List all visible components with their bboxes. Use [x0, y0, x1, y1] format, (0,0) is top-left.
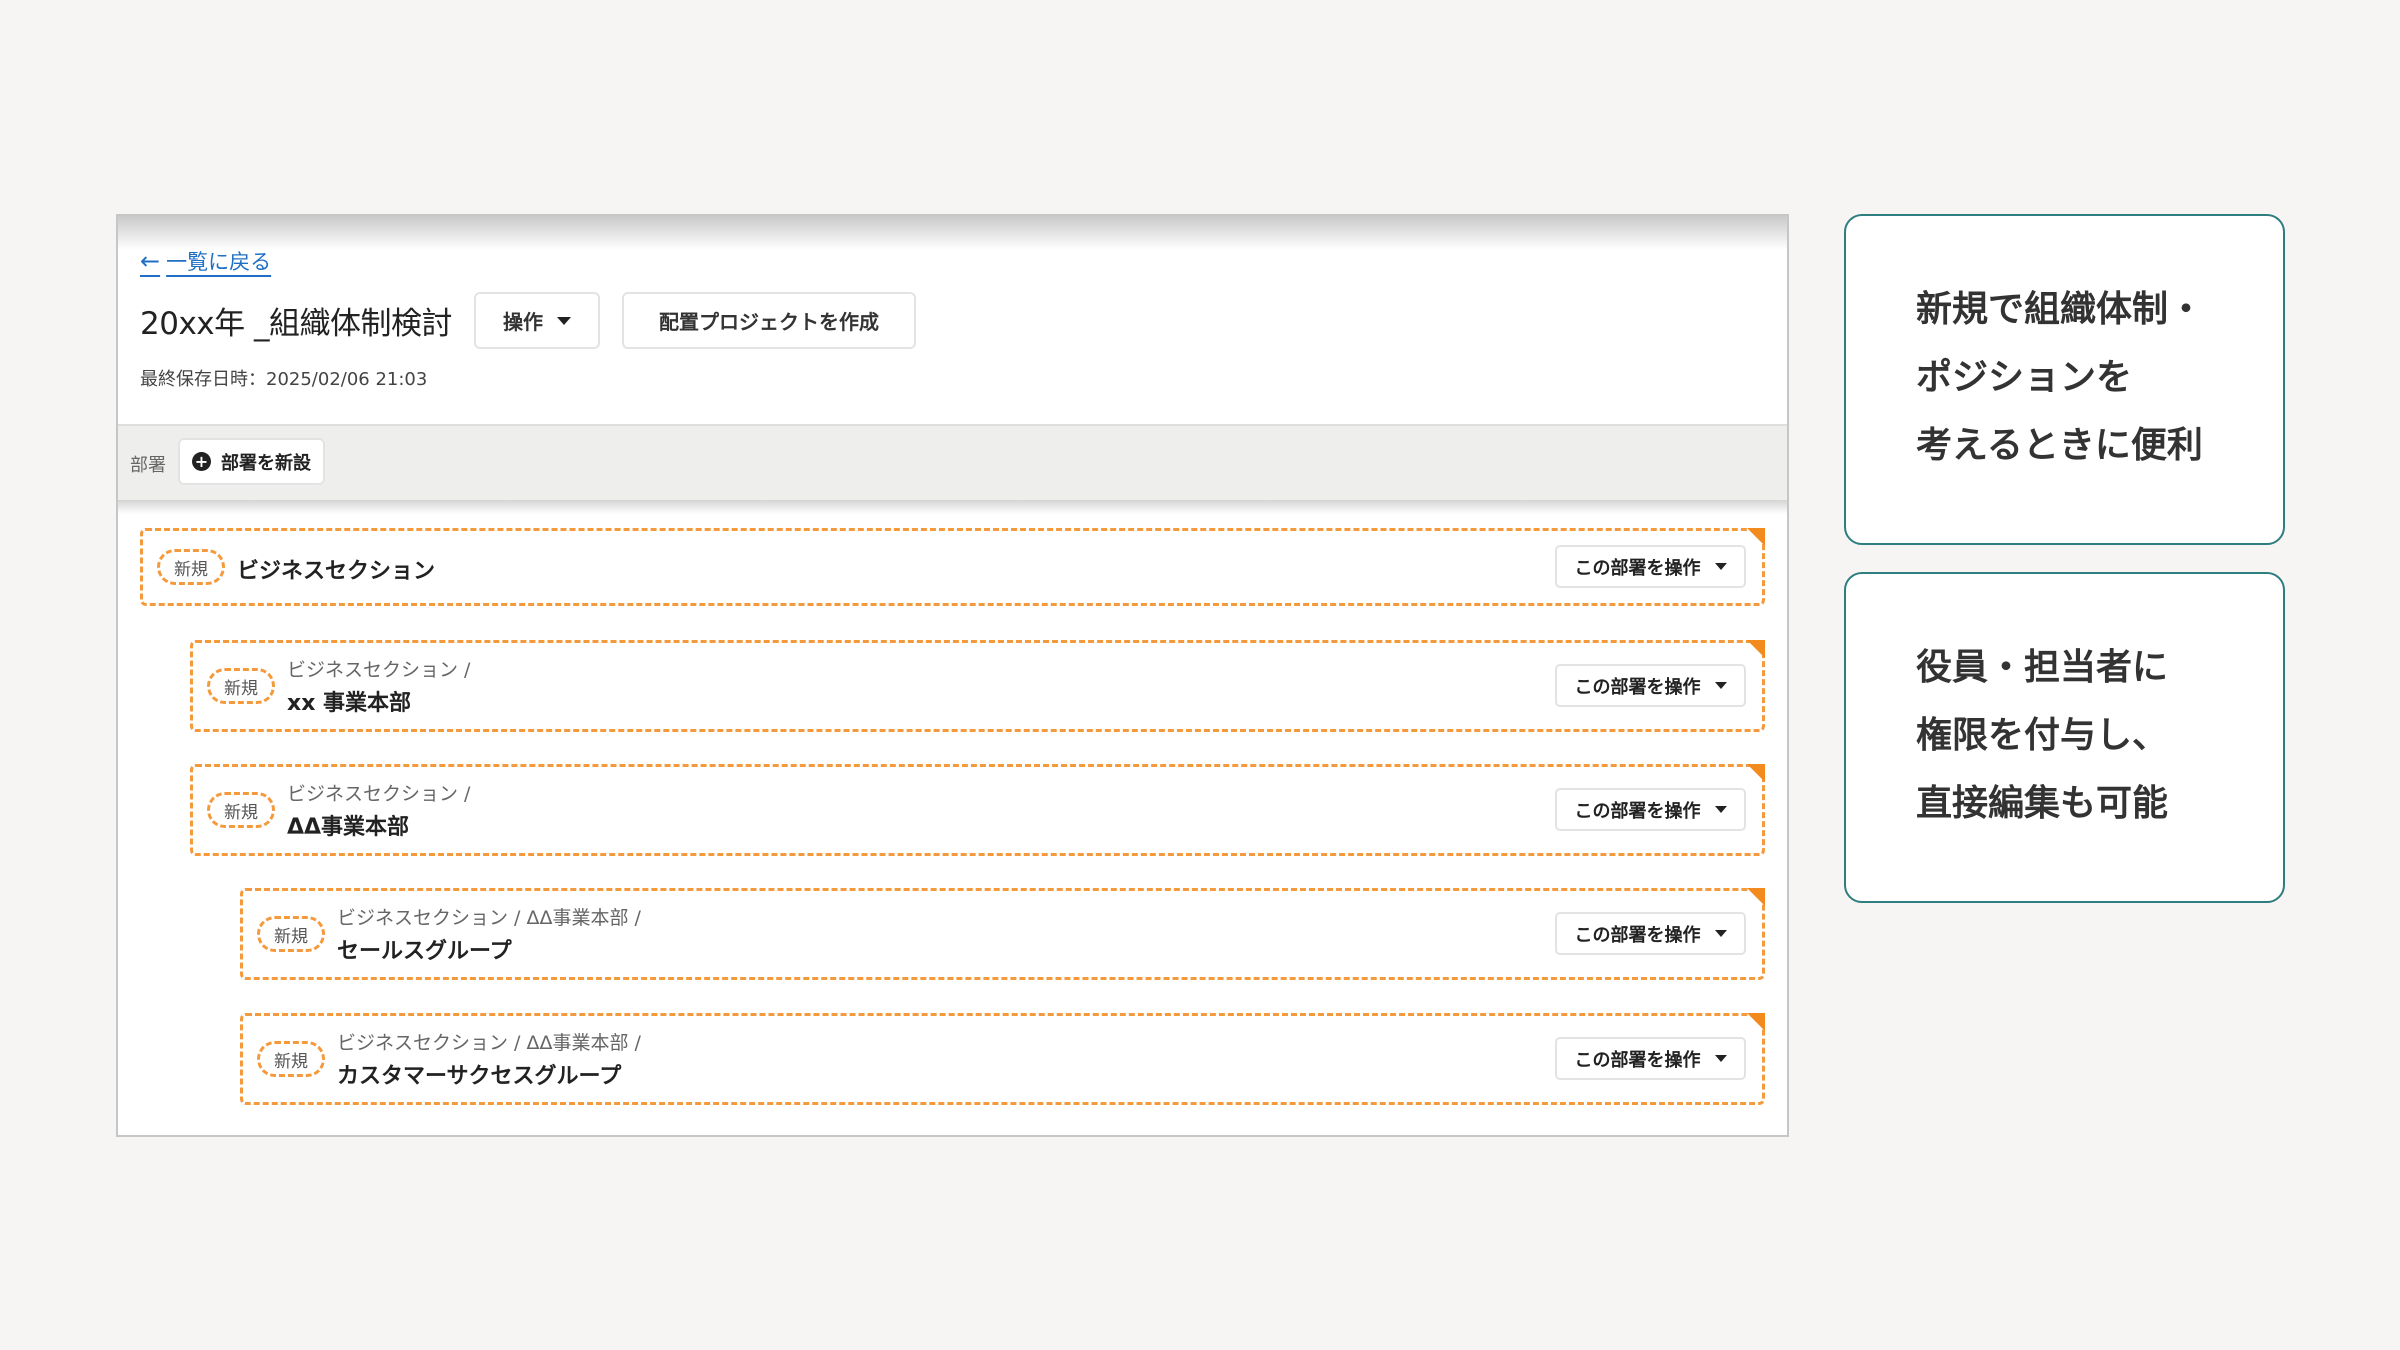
callout-line: 新規で組織体制・ — [1916, 289, 2205, 330]
new-badge: 新規 — [257, 1041, 325, 1077]
caret-down-icon — [1714, 682, 1727, 689]
caret-down-icon — [1714, 1055, 1727, 1062]
page-header: ← 一覧に戻る 20xx年 _組織体制検討 操作 配置プロジェクトを作成 最終保… — [118, 216, 1787, 424]
toolbar-label: 部署 — [130, 455, 166, 476]
department-path: ビジネスセクション / ΔΔ事業本部 / — [337, 1032, 641, 1054]
new-department-button-label: 部署を新設 — [221, 452, 311, 474]
department-actions-button[interactable]: この部署を操作 — [1555, 788, 1746, 831]
new-badge: 新規 — [157, 549, 225, 585]
department-name: xx 事業本部 — [287, 691, 412, 716]
operations-button[interactable]: 操作 — [474, 292, 600, 349]
department-path: ビジネスセクション / — [287, 659, 471, 681]
department-path: ビジネスセクション / ΔΔ事業本部 / — [337, 907, 641, 929]
callout-line: ポジションを — [1916, 357, 2133, 398]
feature-callout: 役員・担当者に 権限を付与し、 直接編集も可能 — [1844, 572, 2285, 903]
callout-line: 考えるときに便利 — [1916, 425, 2203, 466]
department-card[interactable]: 新規 ビジネスセクション / ΔΔ事業本部 この部署を操作 — [190, 764, 1765, 856]
new-department-button[interactable]: + 部署を新設 — [178, 438, 325, 485]
department-name: ビジネスセクション — [237, 559, 436, 584]
page-title: 20xx年 _組織体制検討 — [140, 306, 453, 342]
department-card[interactable]: 新規 ビジネスセクション / ΔΔ事業本部 / カスタマーサクセスグループ この… — [240, 1013, 1765, 1105]
caret-down-icon — [1714, 930, 1727, 937]
caret-down-icon — [1714, 806, 1727, 813]
new-badge: 新規 — [207, 792, 275, 828]
department-actions-label: この部署を操作 — [1574, 676, 1701, 698]
department-actions-label: この部署を操作 — [1574, 1049, 1701, 1071]
department-actions-button[interactable]: この部署を操作 — [1555, 1037, 1746, 1080]
department-actions-label: この部署を操作 — [1574, 800, 1701, 822]
back-to-list-link[interactable]: ← 一覧に戻る — [140, 246, 271, 276]
new-badge: 新規 — [207, 668, 275, 704]
department-actions-label: この部署を操作 — [1574, 924, 1701, 946]
callout-line: 直接編集も可能 — [1916, 783, 2169, 824]
screenshot-panel: ← 一覧に戻る 20xx年 _組織体制検討 操作 配置プロジェクトを作成 最終保… — [116, 214, 1789, 1137]
callout-line: 権限を付与し、 — [1916, 715, 2169, 756]
caret-down-icon — [1714, 563, 1727, 570]
back-link-label: 一覧に戻る — [166, 250, 272, 274]
department-name: カスタマーサクセスグループ — [337, 1064, 622, 1089]
department-toolbar: 部署 + 部署を新設 — [118, 424, 1787, 514]
department-card[interactable]: 新規 ビジネスセクション / xx 事業本部 この部署を操作 — [190, 640, 1765, 732]
department-actions-button[interactable]: この部署を操作 — [1555, 664, 1746, 707]
department-path: ビジネスセクション / — [287, 783, 471, 805]
caret-down-icon — [557, 316, 571, 325]
department-actions-label: この部署を操作 — [1574, 557, 1701, 579]
plus-circle-icon: + — [192, 452, 211, 471]
department-name: ΔΔ事業本部 — [287, 815, 410, 840]
department-name: セールスグループ — [337, 939, 512, 964]
department-card[interactable]: 新規 ビジネスセクション この部署を操作 — [140, 528, 1765, 606]
create-project-button-label: 配置プロジェクトを作成 — [659, 310, 879, 334]
arrow-left-icon: ← — [140, 247, 161, 275]
department-actions-button[interactable]: この部署を操作 — [1555, 912, 1746, 955]
feature-callout: 新規で組織体制・ ポジションを 考えるときに便利 — [1844, 214, 2285, 545]
department-card[interactable]: 新規 ビジネスセクション / ΔΔ事業本部 / セールスグループ この部署を操作 — [240, 888, 1765, 980]
create-project-button[interactable]: 配置プロジェクトを作成 — [622, 292, 916, 349]
callout-line: 役員・担当者に — [1916, 647, 2169, 688]
department-actions-button[interactable]: この部署を操作 — [1555, 545, 1746, 588]
new-badge: 新規 — [257, 916, 325, 952]
operations-button-label: 操作 — [503, 310, 543, 334]
title-row: 20xx年 _組織体制検討 操作 配置プロジェクトを作成 — [140, 292, 916, 349]
last-saved-timestamp: 最終保存日時：2025/02/06 21:03 — [140, 369, 428, 390]
